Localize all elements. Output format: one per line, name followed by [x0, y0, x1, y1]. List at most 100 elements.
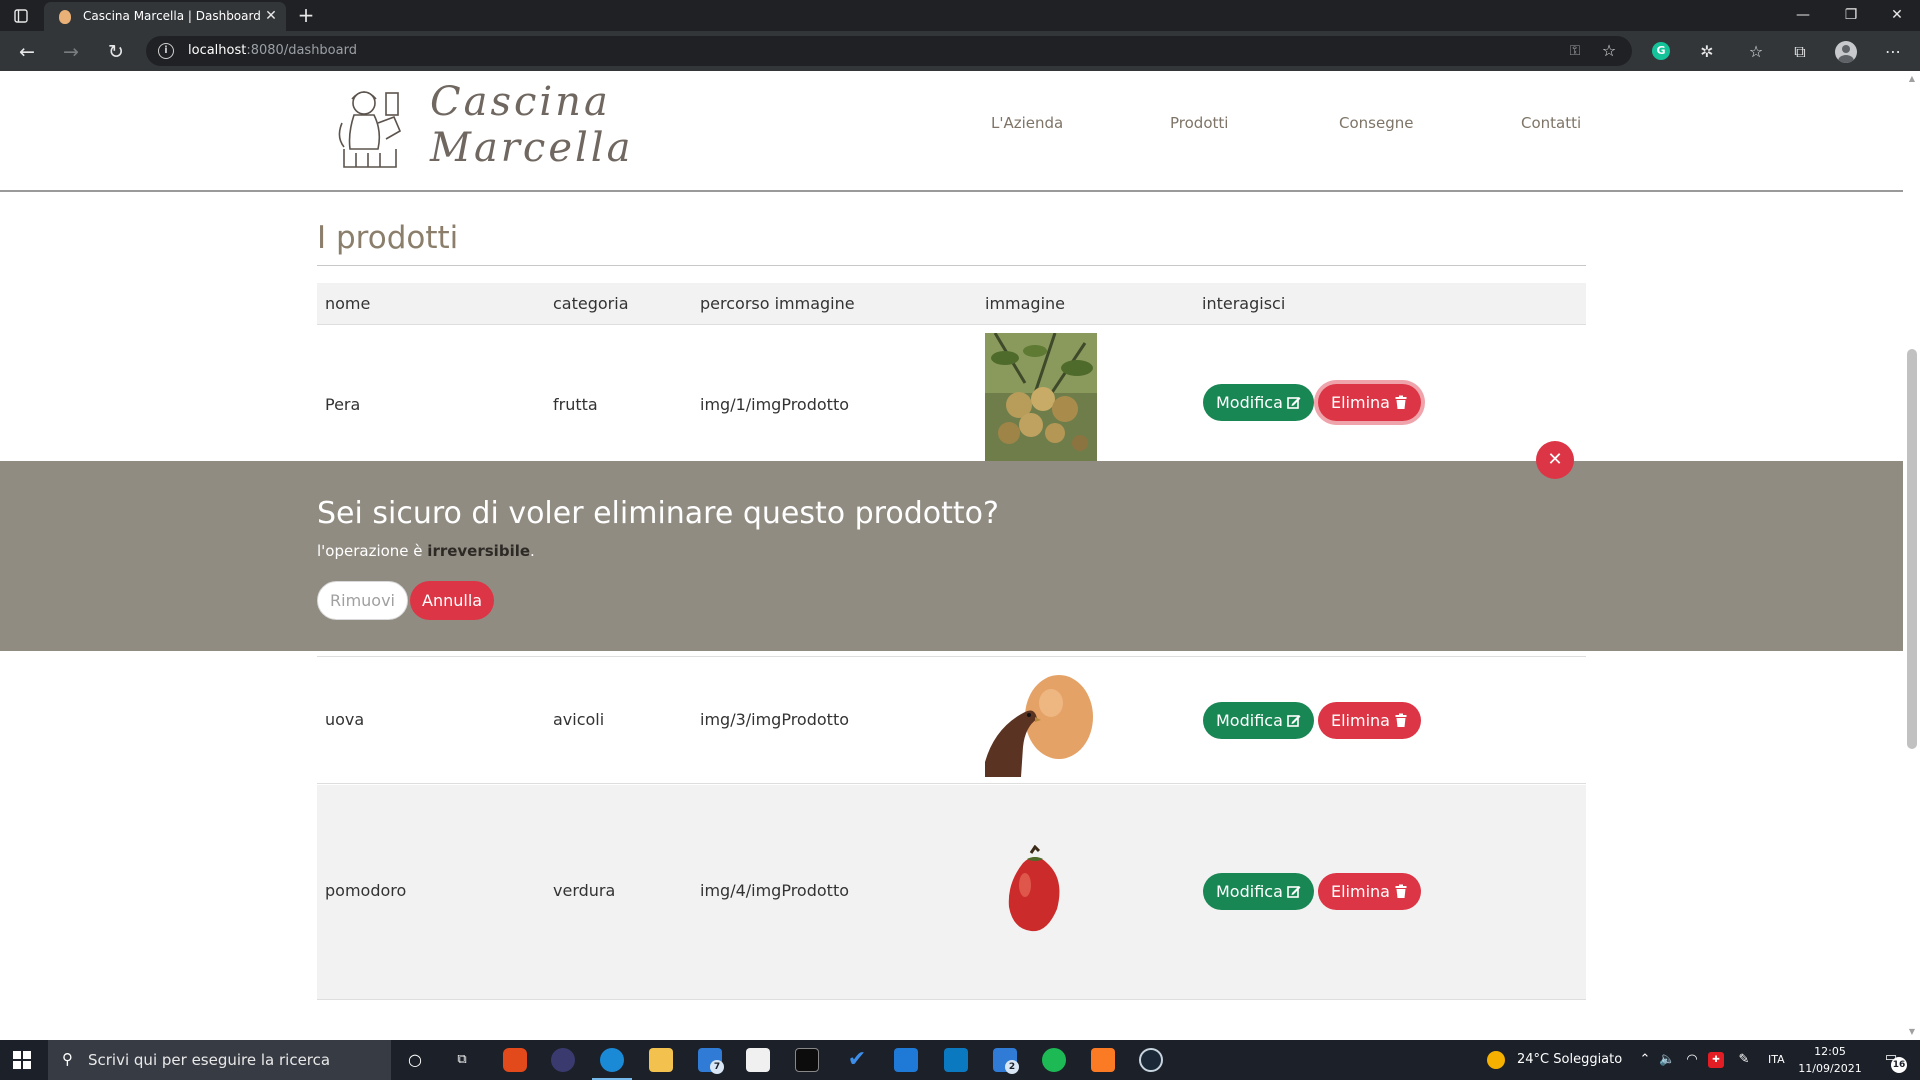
logo-figure-icon — [338, 91, 402, 168]
weather-text[interactable]: 24°C Soleggiato — [1517, 1052, 1622, 1067]
tab-actions-icon[interactable] — [12, 7, 30, 25]
vscode-icon[interactable] — [894, 1048, 918, 1072]
column-header-categoria: categoria — [553, 294, 629, 313]
windows-start-icon[interactable] — [13, 1051, 31, 1069]
site-logo[interactable]: Cascina Marcella — [334, 79, 654, 179]
edit-button-label: Modifica — [1216, 711, 1283, 730]
extensions-icon[interactable]: ✲ — [1696, 41, 1718, 63]
window-minimize-button[interactable]: — — [1780, 0, 1826, 31]
page-viewport: Cascina Marcella L'Azienda Prodotti Cons… — [0, 71, 1920, 1040]
add-favorite-icon[interactable]: ☆ — [1598, 40, 1620, 62]
antivirus-icon[interactable]: ✚ — [1708, 1052, 1724, 1068]
edit-button[interactable]: Modifica — [1203, 702, 1314, 739]
back-button[interactable]: ← — [14, 39, 40, 65]
app-icon-2[interactable] — [551, 1048, 575, 1072]
wifi-icon[interactable]: ◠ — [1684, 1052, 1700, 1068]
tray-chevron-icon[interactable]: ⌃ — [1637, 1052, 1653, 1068]
modal-close-icon[interactable]: ✕ — [1536, 441, 1574, 479]
store-icon[interactable] — [746, 1048, 770, 1072]
nav-link-contatti[interactable]: Contatti — [1521, 114, 1581, 132]
column-header-interagisci: interagisci — [1202, 294, 1286, 313]
trello-icon[interactable] — [944, 1048, 968, 1072]
cell-percorso: img/4/imgProdotto — [700, 881, 849, 900]
address-bar[interactable]: i localhost:8080/dashboard ⚿ ☆ — [146, 36, 1632, 66]
taskbar-search-box[interactable]: ⚲ Scrivi qui per eseguire la ricerca — [48, 1040, 391, 1080]
cortana-icon[interactable]: ○ — [407, 1052, 423, 1068]
column-header-immagine: immagine — [985, 294, 1066, 313]
notification-count: 16 — [1891, 1057, 1907, 1073]
edit-icon — [1287, 397, 1301, 409]
browser-toolbar: ← → ↻ i localhost:8080/dashboard ⚿ ☆ G ✲… — [0, 31, 1920, 71]
key-icon[interactable]: ⚿ — [1564, 40, 1586, 62]
column-header-percorso: percorso immagine — [700, 294, 855, 313]
delete-button-label: Elimina — [1331, 711, 1390, 730]
pen-icon[interactable]: ✎ — [1736, 1052, 1752, 1068]
cell-categoria: avicoli — [553, 710, 605, 729]
cell-categoria: verdura — [553, 881, 616, 900]
table-row: pomodoro verdura img/4/imgProdotto Modif… — [317, 785, 1586, 1000]
site-info-icon[interactable]: i — [158, 43, 174, 59]
profile-avatar-icon[interactable] — [1835, 41, 1857, 63]
grammarly-extension-icon[interactable]: G — [1652, 42, 1670, 60]
edit-button[interactable]: Modifica — [1203, 873, 1314, 910]
page-scrollbar[interactable]: ▲ ▼ — [1903, 71, 1920, 1040]
favorites-icon[interactable]: ☆ — [1745, 41, 1767, 63]
modal-message-pre: l'operazione è — [317, 542, 428, 560]
browser-tab-active[interactable]: Cascina Marcella | Dashboard ✕ — [44, 2, 286, 31]
terminal-icon[interactable] — [795, 1048, 819, 1072]
url-text[interactable]: localhost:8080/dashboard — [188, 43, 357, 58]
scrollbar-thumb[interactable] — [1907, 349, 1917, 749]
modal-title: Sei sicuro di voler eliminare questo pro… — [317, 496, 999, 531]
weather-sun-icon[interactable] — [1487, 1051, 1505, 1069]
window-restore-button[interactable]: ❐ — [1828, 0, 1874, 31]
nav-link-azienda[interactable]: L'Azienda — [991, 114, 1063, 132]
collections-icon[interactable]: ⧉ — [1789, 41, 1811, 63]
taskbar-search-placeholder: Scrivi qui per eseguire la ricerca — [88, 1051, 331, 1069]
app-icon-3[interactable]: 2 — [993, 1048, 1019, 1074]
more-menu-icon[interactable]: ⋯ — [1882, 41, 1904, 63]
spotify-icon[interactable] — [1042, 1048, 1066, 1072]
taskbar-clock[interactable]: 12:05 11/09/2021 — [1780, 1043, 1880, 1077]
edit-button-label: Modifica — [1216, 393, 1283, 412]
file-explorer-icon[interactable] — [649, 1048, 673, 1072]
task-view-icon[interactable]: ⧉ — [454, 1052, 470, 1068]
nav-link-prodotti[interactable]: Prodotti — [1170, 114, 1228, 132]
cancel-button[interactable]: Annulla — [410, 581, 495, 620]
delete-button[interactable]: Elimina — [1318, 384, 1421, 421]
confirm-remove-button[interactable]: Rimuovi — [317, 581, 408, 620]
modal-message: l'operazione è irreversibile. — [317, 542, 535, 560]
logo-line-1: Cascina — [430, 79, 611, 125]
todo-icon[interactable]: ✔ — [845, 1048, 869, 1072]
edit-icon — [1287, 886, 1301, 898]
scroll-up-icon[interactable]: ▲ — [1907, 74, 1917, 84]
trash-icon — [1395, 395, 1407, 409]
new-tab-button[interactable]: + — [296, 5, 316, 25]
product-image-eggs — [985, 667, 1097, 777]
modal-message-post: . — [530, 542, 535, 560]
product-image-pear — [985, 333, 1097, 463]
cell-nome: uova — [325, 710, 365, 729]
steam-icon[interactable] — [1139, 1048, 1163, 1072]
delete-button[interactable]: Elimina — [1318, 873, 1421, 910]
cell-percorso: img/1/imgProdotto — [700, 395, 849, 414]
mail-icon[interactable]: 7 — [698, 1048, 724, 1074]
mail-badge: 7 — [710, 1060, 724, 1074]
delete-button[interactable]: Elimina — [1318, 702, 1421, 739]
nav-link-consegne[interactable]: Consegne — [1339, 114, 1413, 132]
app-icon-1[interactable] — [503, 1048, 527, 1072]
modal-message-bold: irreversibile — [427, 542, 531, 560]
edge-browser-icon[interactable] — [592, 1048, 632, 1080]
edit-button[interactable]: Modifica — [1203, 384, 1314, 421]
reload-button[interactable]: ↻ — [103, 39, 129, 65]
browser-tab-bar: Cascina Marcella | Dashboard ✕ + — ❐ ✕ — [0, 0, 1920, 31]
tab-close-icon[interactable]: ✕ — [262, 7, 280, 25]
notifications-icon[interactable]: ▭ 16 — [1880, 1050, 1907, 1073]
volume-icon[interactable]: 🔈 — [1659, 1052, 1675, 1068]
cell-percorso: img/3/imgProdotto — [700, 710, 849, 729]
xampp-icon[interactable] — [1091, 1048, 1115, 1072]
edit-icon — [1287, 715, 1301, 727]
forward-button[interactable]: → — [58, 39, 84, 65]
window-close-button[interactable]: ✕ — [1874, 0, 1920, 31]
scroll-down-icon[interactable]: ▼ — [1907, 1027, 1917, 1037]
cell-categoria: frutta — [553, 395, 598, 414]
